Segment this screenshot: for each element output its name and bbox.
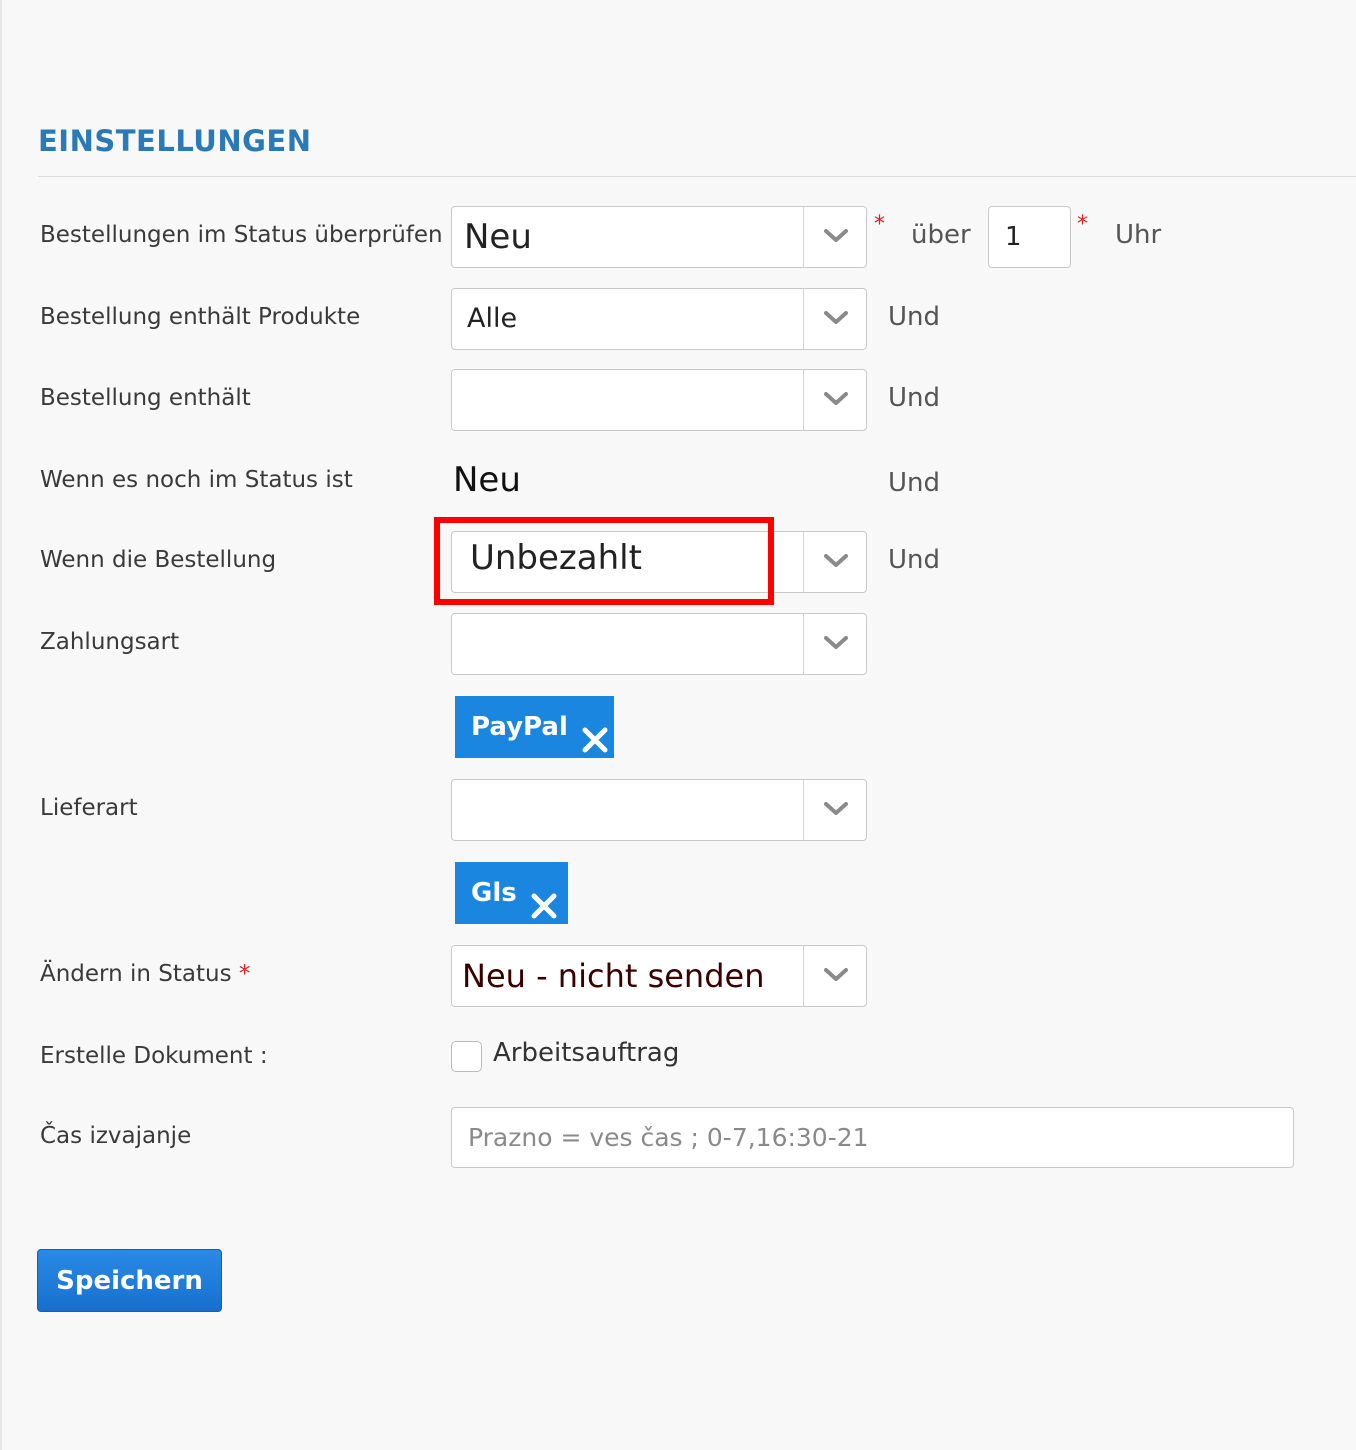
work-order-checkbox[interactable] <box>451 1041 482 1072</box>
hours-input[interactable]: 1 <box>988 206 1071 268</box>
payment-tag: PayPal <box>455 696 614 758</box>
and-text: Und <box>888 302 941 332</box>
if-order-value: Unbezahlt <box>470 538 642 578</box>
contains-products-value: Alle <box>467 303 518 334</box>
chevron-down-icon[interactable] <box>803 289 866 349</box>
payment-select[interactable] <box>451 613 867 675</box>
section-divider <box>38 176 1356 177</box>
status-check-value: Neu <box>464 217 532 257</box>
chevron-down-icon[interactable] <box>803 370 866 430</box>
contains-products-label: Bestellung enthält Produkte <box>40 304 361 330</box>
chevron-down-icon[interactable] <box>803 614 866 674</box>
chevron-down-icon[interactable] <box>803 946 866 1006</box>
delivery-label: Lieferart <box>40 795 138 821</box>
delivery-tag: Gls <box>455 862 568 924</box>
save-button[interactable]: Speichern <box>37 1249 222 1312</box>
exec-time-input[interactable] <box>451 1107 1294 1168</box>
required-star: * <box>874 212 885 237</box>
hours-unit: Uhr <box>1115 220 1162 250</box>
change-status-label-text: Ändern in Status <box>40 961 232 987</box>
exec-time-label: Čas izvajanje <box>40 1123 192 1149</box>
hours-required-star: * <box>1077 212 1088 237</box>
over-text: über <box>911 220 971 250</box>
change-status-select[interactable]: Neu - nicht senden <box>451 945 867 1007</box>
chevron-down-icon[interactable] <box>803 532 866 592</box>
contains-select[interactable] <box>451 369 867 431</box>
contains-label: Bestellung enthält <box>40 385 251 411</box>
still-in-status-value: Neu <box>453 460 521 500</box>
status-check-select[interactable]: Neu <box>451 206 867 268</box>
section-title: EINSTELLUNGEN <box>38 124 312 158</box>
and-text: Und <box>888 383 941 413</box>
create-doc-label: Erstelle Dokument : <box>40 1043 268 1069</box>
contains-products-select[interactable]: Alle <box>451 288 867 350</box>
delivery-tag-label: Gls <box>471 878 517 908</box>
change-status-label: Ändern in Status * <box>40 961 250 987</box>
if-order-select[interactable]: Unbezahlt <box>451 531 867 593</box>
close-icon[interactable] <box>582 714 608 753</box>
payment-tag-label: PayPal <box>471 712 568 742</box>
delivery-select[interactable] <box>451 779 867 841</box>
change-status-value: Neu - nicht senden <box>462 957 765 995</box>
and-text: Und <box>888 468 941 498</box>
still-in-status-label: Wenn es noch im Status ist <box>40 467 353 493</box>
status-check-label: Bestellungen im Status überprüfen <box>40 222 443 248</box>
required-star: * <box>238 961 251 987</box>
left-border <box>0 0 2 1450</box>
work-order-label[interactable]: Arbeitsauftrag <box>493 1038 679 1068</box>
and-text: Und <box>888 545 941 575</box>
if-order-label: Wenn die Bestellung <box>40 547 277 573</box>
chevron-down-icon[interactable] <box>803 207 866 267</box>
close-icon[interactable] <box>531 880 557 919</box>
payment-label: Zahlungsart <box>40 629 180 655</box>
chevron-down-icon[interactable] <box>803 780 866 840</box>
